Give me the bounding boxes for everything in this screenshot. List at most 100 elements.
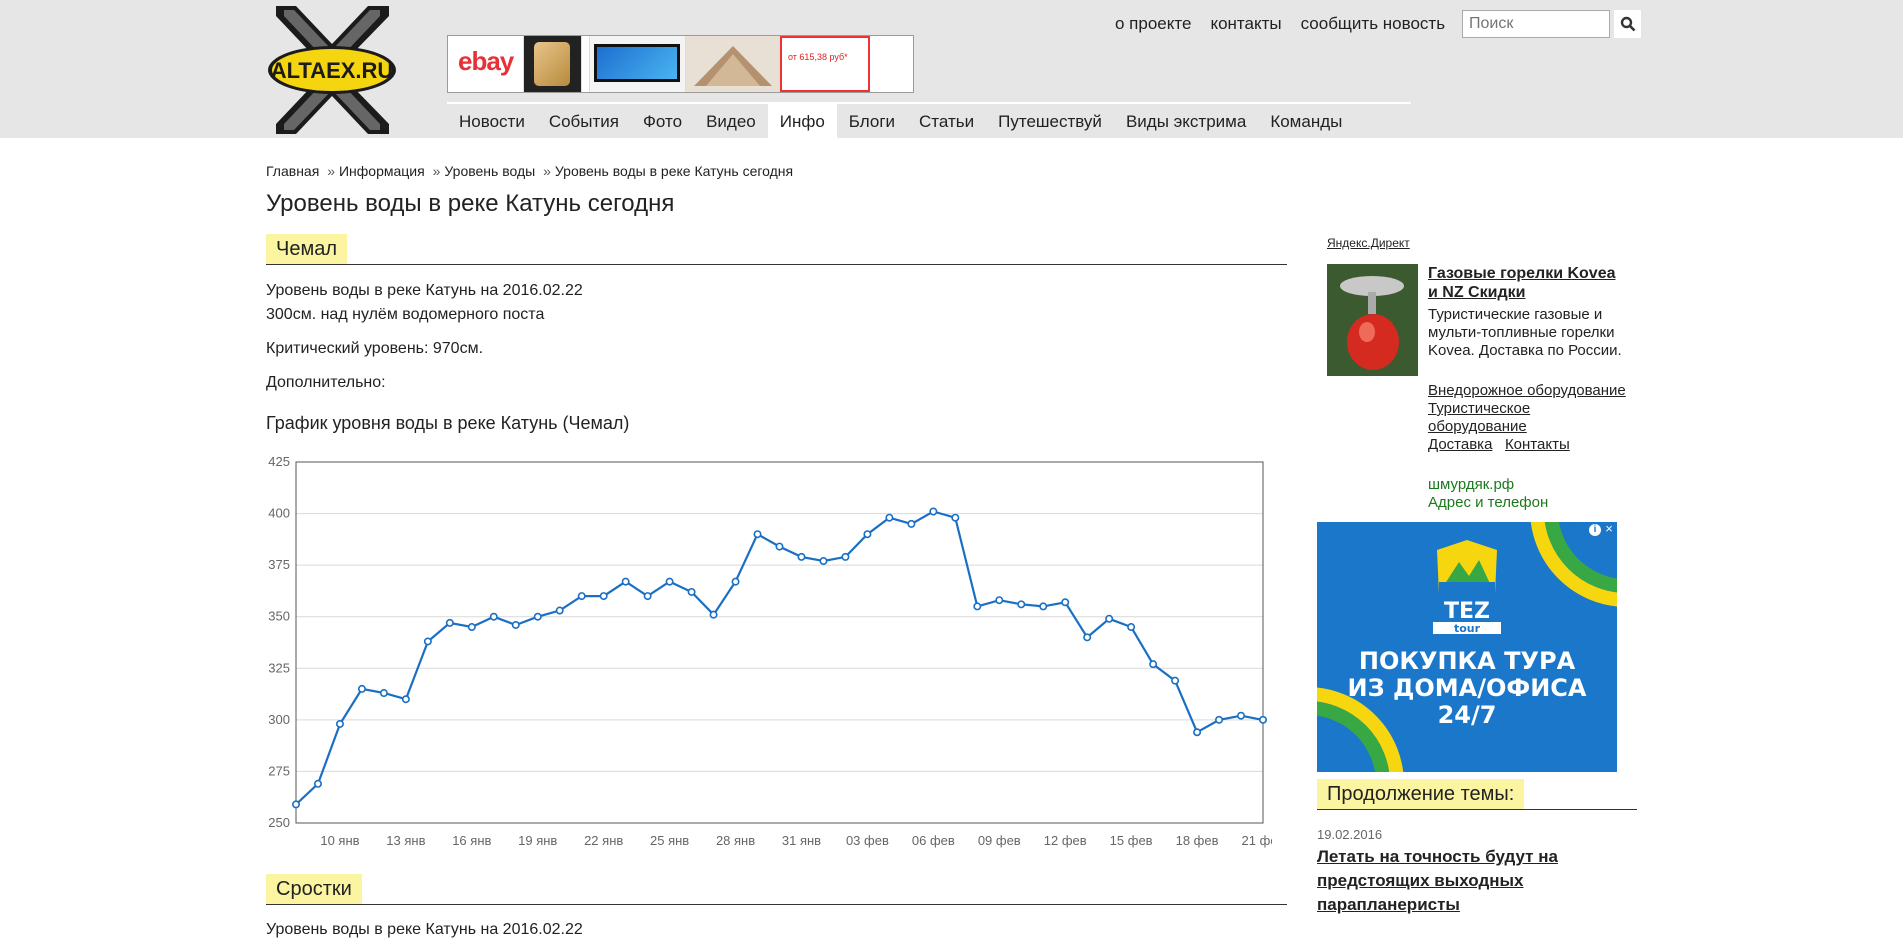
breadcrumb-water-level[interactable]: Уровень воды	[444, 163, 535, 179]
nav-travel[interactable]: Путешествуй	[986, 104, 1114, 140]
ad-info-icon[interactable]: i	[1589, 524, 1601, 536]
data-point	[1171, 676, 1180, 685]
price-box[interactable]: от 615,38 руб*	[780, 36, 870, 92]
x-tick-label: 06 фев	[912, 833, 955, 848]
nav-video[interactable]: Видео	[694, 104, 768, 140]
news-date: 19.02.2016	[1317, 827, 1383, 842]
additional-info: Дополнительно:	[266, 374, 386, 391]
x-tick-label: 25 янв	[650, 833, 689, 848]
data-point	[357, 684, 366, 693]
level-value: 300см. над нулём водомерного поста	[266, 306, 545, 323]
submit-news-link[interactable]: сообщить новость	[1301, 14, 1445, 34]
ad-banner[interactable]: ebay от 615,38 руб*	[447, 35, 914, 93]
breadcrumb-info[interactable]: Информация	[339, 163, 425, 179]
data-point	[577, 592, 586, 601]
ad-contact[interactable]: Адрес и телефон	[1428, 494, 1548, 511]
x-tick-label: 22 янв	[584, 833, 623, 848]
x-tick-label: 19 янв	[518, 833, 557, 848]
data-point	[423, 637, 432, 646]
nav-extreme[interactable]: Виды экстрима	[1114, 104, 1258, 140]
data-point	[709, 610, 718, 619]
data-point	[467, 623, 476, 632]
ad-domain[interactable]: шмурдяк.рф	[1428, 476, 1514, 493]
data-point	[995, 596, 1004, 605]
data-point	[863, 530, 872, 539]
level-info: Уровень воды в реке Катунь на 2016.02.22…	[266, 279, 583, 327]
site-header: ALTAEX.RU ebay от 615,38 руб* о проекте …	[0, 0, 1903, 140]
banner-gap	[582, 36, 590, 92]
water-level-chart: 250 275 300 325 350 375 400 425 10 янв 13 янв 16 я…	[268, 454, 1272, 848]
data-point	[687, 587, 696, 596]
y-tick-label: 425	[268, 454, 290, 469]
y-tick-label: 275	[268, 763, 290, 778]
data-point	[797, 552, 806, 561]
data-point	[929, 507, 938, 516]
top-links: о проекте контакты сообщить новость	[1115, 14, 1445, 34]
x-tick-label: 09 фев	[978, 833, 1021, 848]
site-logo[interactable]: ALTAEX.RU	[266, 6, 399, 134]
nav-info[interactable]: Инфо	[767, 104, 837, 140]
x-tick-label: 13 янв	[386, 833, 425, 848]
tez-ad-text: ПОКУПКА ТУРА ИЗ ДОМА/ОФИСА 24/7	[1317, 648, 1617, 729]
ad-link-contacts[interactable]: Контакты	[1505, 436, 1570, 453]
news-title-link[interactable]: Летать на точность будут на предстоящих …	[1317, 845, 1617, 917]
data-point	[907, 519, 916, 528]
nav-teams[interactable]: Команды	[1258, 104, 1354, 140]
data-point	[1258, 715, 1267, 724]
price-text: от 615,38 руб*	[788, 52, 848, 62]
ad-links: Внедорожное оборудование Туристическое о…	[1428, 382, 1628, 454]
data-point	[1017, 600, 1026, 609]
y-tick-label: 400	[268, 506, 290, 521]
tez-tour-ad[interactable]: TEZ tour ПОКУПКА ТУРА ИЗ ДОМА/ОФИСА 24/7…	[1317, 522, 1617, 772]
gas-burner-image[interactable]	[1327, 264, 1418, 376]
nav-photo[interactable]: Фото	[631, 104, 694, 140]
data-point	[445, 618, 454, 627]
yandex-direct-label[interactable]: Яндекс.Директ	[1327, 236, 1410, 250]
data-point	[533, 612, 542, 621]
data-point	[1039, 602, 1048, 611]
section-title: Сростки	[266, 874, 362, 904]
data-point	[1127, 623, 1136, 632]
chart-title: График уровня воды в реке Катунь (Чемал)	[266, 413, 630, 433]
nav-articles[interactable]: Статьи	[907, 104, 986, 140]
contacts-link[interactable]: контакты	[1210, 14, 1281, 34]
ad-link-offroad[interactable]: Внедорожное оборудование	[1428, 382, 1626, 399]
x-tick-label: 21 фев	[1242, 833, 1272, 848]
tablet-image	[590, 36, 686, 92]
ad-link-tourist[interactable]: Туристическое оборудование	[1428, 400, 1530, 435]
y-tick-label: 325	[268, 660, 290, 675]
search-button[interactable]	[1614, 10, 1641, 38]
data-point	[775, 542, 784, 551]
x-tick-label: 18 фев	[1176, 833, 1219, 848]
about-link[interactable]: о проекте	[1115, 14, 1191, 34]
data-point	[1105, 614, 1114, 623]
nav-news[interactable]: Новости	[447, 104, 537, 140]
data-point	[951, 513, 960, 522]
data-point	[1215, 715, 1224, 724]
x-tick-label: 28 янв	[716, 833, 755, 848]
data-point	[401, 695, 410, 704]
data-point	[1237, 711, 1246, 720]
plot-area-border	[295, 461, 1264, 824]
data-point	[841, 552, 850, 561]
data-point	[1149, 660, 1158, 669]
fan-image	[686, 36, 780, 92]
data-point	[555, 606, 564, 615]
search-input[interactable]	[1462, 10, 1610, 38]
data-point	[731, 577, 740, 586]
phone-image	[524, 36, 582, 92]
section-title: Чемал	[266, 234, 347, 264]
x-tick-label: 16 янв	[452, 833, 491, 848]
level-date: Уровень воды в реке Катунь на 2016.02.22	[266, 282, 583, 299]
data-point	[379, 689, 388, 698]
tez-line: 24/7	[1437, 701, 1497, 729]
nav-blogs[interactable]: Блоги	[837, 104, 907, 140]
x-tick-label: 15 фев	[1110, 833, 1153, 848]
ad-close-icon[interactable]: ×	[1603, 522, 1615, 535]
tez-sub: tour	[1454, 622, 1481, 635]
ad-link-delivery[interactable]: Доставка	[1428, 436, 1492, 453]
ebay-logo[interactable]: ebay	[448, 36, 524, 92]
ad-title[interactable]: Газовые горелки Kovea и NZ Скидки	[1428, 264, 1628, 302]
breadcrumb-home[interactable]: Главная	[266, 163, 319, 179]
nav-events[interactable]: События	[537, 104, 631, 140]
